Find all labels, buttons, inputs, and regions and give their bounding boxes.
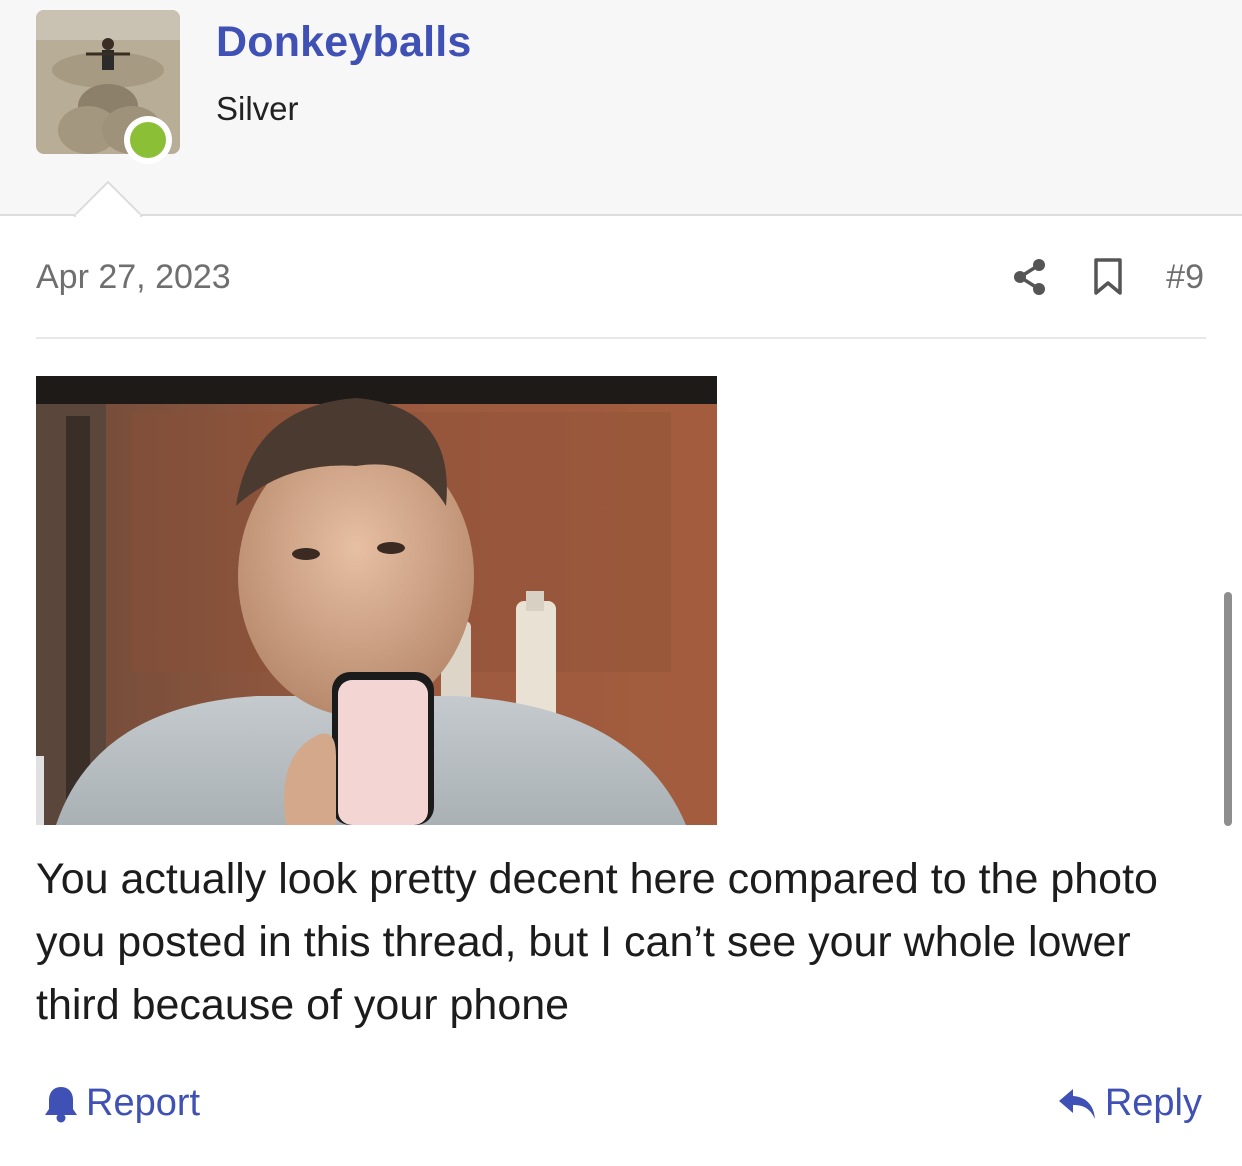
reply-button[interactable]: Reply <box>1057 1082 1202 1125</box>
report-button[interactable]: Report <box>44 1082 200 1125</box>
user-rank: Silver <box>216 90 299 127</box>
reply-label: Reply <box>1104 1082 1202 1124</box>
bookmark-icon[interactable] <box>1086 255 1130 299</box>
post-user-header: Donkeyballs Silver <box>0 0 1242 217</box>
mirror-selfie-photo <box>36 376 717 825</box>
share-icon[interactable] <box>1008 255 1052 299</box>
online-status-indicator <box>124 116 172 164</box>
scrollbar-thumb[interactable] <box>1224 592 1232 826</box>
post-body-text: You actually look pretty decent here com… <box>36 855 1158 1029</box>
report-label: Report <box>86 1082 201 1124</box>
bell-icon <box>44 1085 78 1123</box>
forum-post-page: Donkeyballs Silver Apr 27, 2023 #9 You a… <box>0 0 1242 1166</box>
meta-divider <box>36 337 1206 339</box>
reply-arrow-icon <box>1057 1087 1097 1121</box>
username-link[interactable]: Donkeyballs <box>216 18 472 67</box>
post-actions: #9 <box>1008 254 1204 300</box>
post-attached-photo[interactable] <box>36 376 717 825</box>
post-date[interactable]: Apr 27, 2023 <box>36 258 231 297</box>
post-number-link[interactable]: #9 <box>1166 258 1204 297</box>
